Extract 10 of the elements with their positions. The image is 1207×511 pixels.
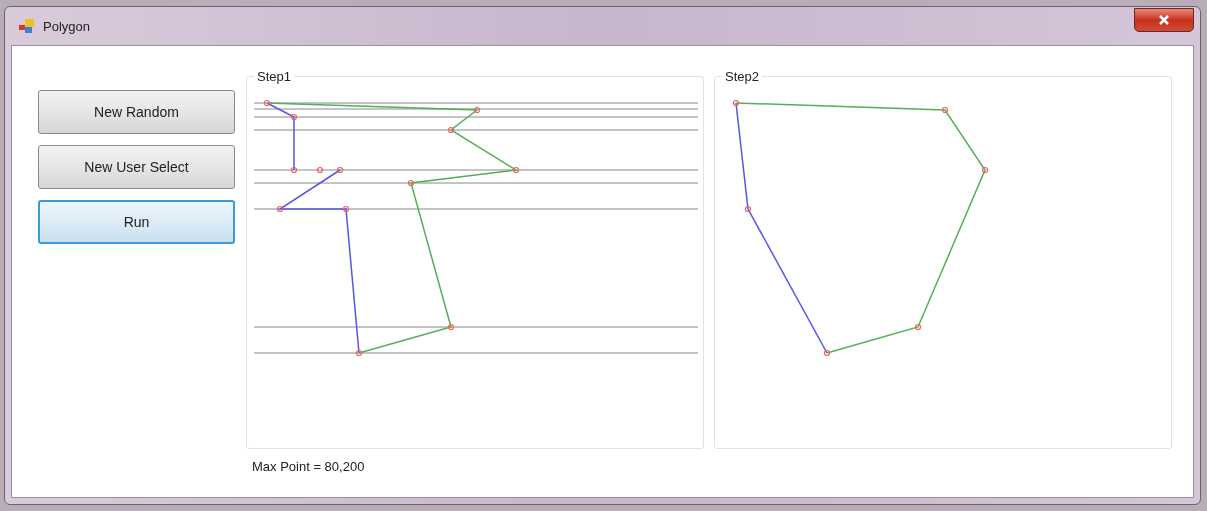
max-point-label: Max Point = 80,200	[252, 459, 365, 474]
app-icon	[19, 19, 35, 33]
action-button[interactable]: New User Select	[38, 145, 235, 189]
window-title: Polygon	[43, 18, 90, 34]
group-title: Step2	[722, 69, 762, 84]
group-title: Step1	[254, 69, 294, 84]
close-button[interactable]	[1134, 8, 1194, 32]
action-button[interactable]: Run	[38, 200, 235, 244]
action-button[interactable]: New Random	[38, 90, 235, 134]
close-icon	[1158, 15, 1170, 25]
